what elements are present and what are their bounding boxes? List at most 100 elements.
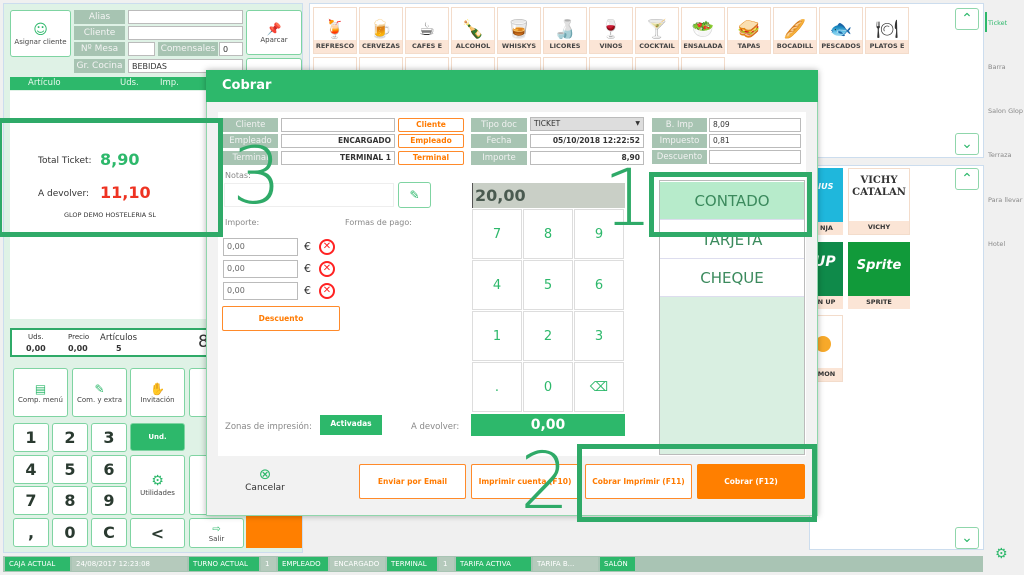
dialog-key[interactable]: 8 [523,209,573,259]
category-image: 🍾 [461,19,485,40]
send-email-button[interactable]: Enviar por Email [359,464,466,499]
category-vinos[interactable]: 🍷 VINOS [589,7,633,54]
keypad-key[interactable]: 5 [52,455,88,484]
client-input[interactable] [128,26,243,40]
payment-amount-input[interactable]: 0,00 [223,260,298,278]
sidebar-item-hotel[interactable]: Hotel [988,240,1005,248]
categories-scroll-down[interactable]: ⌄ [955,133,979,155]
dialog-key[interactable]: . [472,362,522,412]
remove-payment-icon[interactable]: ✕ [319,283,335,299]
payment-amount-input[interactable]: 0,00 [223,238,298,256]
terminal-button[interactable]: Terminal [398,151,464,165]
category-image: 🥗 [691,19,715,40]
comp-menu-button[interactable]: ▤ Comp. menú [13,368,68,417]
annotation-box-2 [577,444,817,522]
category-image: 🍹 [323,19,347,40]
products-scroll-down[interactable]: ⌄ [955,527,979,549]
gears-icon: ⚙ [151,473,164,489]
user-search-icon: ☺ [33,21,48,38]
utilities-button[interactable]: ⚙ Utilidades [130,455,185,515]
keypad-key[interactable]: 8 [52,486,88,515]
category-pescados[interactable]: 🐟 PESCADOS [819,7,863,54]
categories-scroll-up[interactable]: ⌃ [955,8,979,30]
remove-payment-icon[interactable]: ✕ [319,261,335,277]
keypad-key[interactable]: C [91,518,127,547]
discount-button[interactable]: Descuento [222,306,340,331]
keypad-key[interactable]: 9 [91,486,127,515]
client-label: Cliente [74,26,125,40]
print-zones-button[interactable]: Activadas [320,415,382,435]
category-tapas[interactable]: 🥪 TAPAS [727,7,771,54]
category-bocadill[interactable]: 🥖 BOCADILL [773,7,817,54]
dialog-key[interactable]: 5 [523,260,573,310]
category-licores[interactable]: 🍶 LICORES [543,7,587,54]
category-image: 🍸 [645,19,669,40]
client-field[interactable] [281,118,395,132]
status-item: SALÓN [600,557,635,571]
category-ensalada[interactable]: 🥗 ENSALADA [681,7,725,54]
assign-client-button[interactable]: ☺ Asignar cliente [10,10,71,57]
edit-notes-button[interactable]: ✎ [398,182,431,208]
keypad-key[interactable]: 1 [13,423,49,452]
doc-type-label: Tipo doc [471,118,527,132]
backspace-button[interactable]: < [130,518,185,548]
sidebar-item-barra[interactable]: Barra [988,63,1006,71]
keypad-key[interactable]: 4 [13,455,49,484]
pencil-icon: ✎ [94,381,105,396]
client-button[interactable]: Cliente [398,118,464,132]
settings-icon[interactable]: ⚙ [995,546,1008,562]
payment-amount-input[interactable]: 0,00 [223,282,298,300]
dialog-key[interactable]: 1 [472,311,522,361]
print-zones-label: Zonas de impresión: [225,422,312,432]
keypad-key[interactable]: 7 [13,486,49,515]
comments-extra-button[interactable]: ✎ Com. y extra [72,368,127,417]
products-scroll-up[interactable]: ⌃ [955,168,979,190]
sidebar-item-para-llevar[interactable]: Para llevar [988,196,1022,204]
product-tile-vichy[interactable]: VICHY CATALAN VICHY [848,168,910,235]
remove-payment-icon[interactable]: ✕ [319,239,335,255]
sidebar-item-terraza[interactable]: Terraza [988,151,1011,159]
category-cervezas[interactable]: 🍺 CERVEZAS [359,7,403,54]
category-refresco[interactable]: 🍹 REFRESCO [313,7,357,54]
payment-method-cheque[interactable]: CHEQUE [660,259,804,297]
dialog-key[interactable]: 4 [472,260,522,310]
annotation-number-2: 2 [520,437,570,527]
category-cocktail[interactable]: 🍸 COCKTAIL [635,7,679,54]
terminal-field[interactable]: TERMINAL 1 [281,151,395,165]
discount-field[interactable] [709,150,801,164]
category-image: 🐟 [829,19,853,40]
employee-button[interactable]: Empleado [398,134,464,148]
dialog-key[interactable]: 2 [523,311,573,361]
category-platos-e[interactable]: 🍽 PLATOS E [865,7,909,54]
invitation-button[interactable]: ✋ Invitación [130,368,185,417]
cancel-button[interactable]: ⊗ Cancelar [236,465,294,493]
status-item: EMPLEADO [278,557,328,571]
sidebar-item-ticket[interactable]: Ticket [988,19,1007,27]
category-cafes-e[interactable]: ☕ CAFES E [405,7,449,54]
category-whiskys[interactable]: 🥃 WHISKYS [497,7,541,54]
key-backspace[interactable]: ⌫ [574,362,624,412]
dialog-key[interactable]: 0 [523,362,573,412]
annotation-box-1 [649,172,812,237]
keypad-key[interactable]: 2 [52,423,88,452]
employee-field[interactable]: ENCARGADO [281,134,395,148]
keypad-key[interactable]: 3 [91,423,127,452]
dialog-key[interactable]: 7 [472,209,522,259]
keypad-key[interactable]: 0 [52,518,88,547]
diners-input[interactable]: 0 [219,42,243,56]
dialog-key[interactable]: 3 [574,311,624,361]
alias-input[interactable] [128,10,243,24]
category-image: 🍽 [875,19,899,40]
dialog-key[interactable]: 6 [574,260,624,310]
keypad-key[interactable]: , [13,518,49,547]
sidebar-item-salon-glop[interactable]: Salon Glop [988,107,1023,115]
table-number-input[interactable] [128,42,155,56]
park-button[interactable]: 📌 Aparcar [246,10,302,55]
unit-button[interactable]: Und. [130,423,185,451]
keypad-key[interactable]: 6 [91,455,127,484]
exit-button[interactable]: ⇨ Salir [189,518,244,548]
status-item: TURNO ACTUAL [189,557,259,571]
category-alcohol[interactable]: 🍾 ALCOHOL [451,7,495,54]
doc-type-select[interactable]: TICKET ▼ [530,117,644,131]
product-tile-sprite[interactable]: Sprite SPRITE [848,242,910,309]
